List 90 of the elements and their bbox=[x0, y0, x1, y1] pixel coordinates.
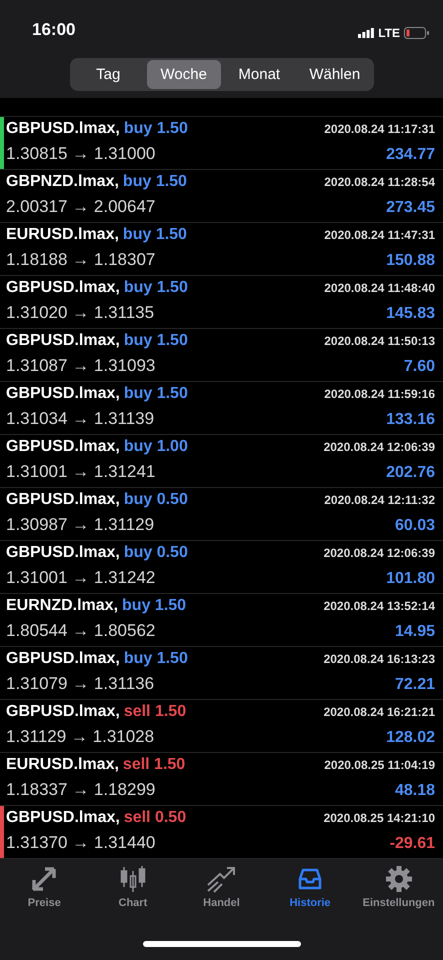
order-label: sell 1.50 bbox=[124, 703, 186, 721]
trade-time: 2020.08.24 11:59:16 bbox=[324, 387, 435, 401]
profit-value: 48.18 bbox=[394, 782, 435, 800]
profit-value: 150.88 bbox=[386, 252, 435, 270]
nav-tab[interactable]: Preise bbox=[0, 865, 89, 927]
order-label: buy 1.50 bbox=[122, 226, 187, 244]
profit-value: 14.95 bbox=[394, 623, 435, 641]
price-range: 1.31370 → 1.31440 bbox=[6, 833, 156, 853]
trade-time: 2020.08.25 14:21:10 bbox=[324, 811, 435, 825]
order-label: sell 1.50 bbox=[122, 756, 186, 774]
profit-value: 273.45 bbox=[386, 199, 435, 217]
nav-tab[interactable]: Handel bbox=[177, 865, 266, 927]
price-range: 1.80544 → 1.80562 bbox=[6, 621, 156, 641]
price-range: 1.31079 → 1.31136 bbox=[6, 674, 154, 694]
period-tab[interactable]: Wählen bbox=[298, 60, 372, 89]
price-range: 1.30815 → 1.31000 bbox=[6, 144, 156, 164]
price-range: 1.30987 → 1.31129 bbox=[6, 515, 154, 535]
nav-tab[interactable]: Historie bbox=[266, 865, 354, 927]
symbol-label: GBPUSD.lmax, bbox=[6, 279, 120, 297]
price-range: 1.31129 → 1.31028 bbox=[6, 727, 154, 747]
trade-time: 2020.08.24 12:11:32 bbox=[324, 493, 435, 507]
status-time: 16:00 bbox=[32, 20, 76, 40]
trade-time: 2020.08.24 11:47:31 bbox=[324, 228, 435, 242]
trade-row[interactable]: GBPUSD.lmax, sell 1.50 2020.08.24 16:21:21 1.31129 → 1.31028 128.02 bbox=[0, 700, 443, 753]
trade-time: 2020.08.25 11:04:19 bbox=[324, 758, 435, 772]
price-range: 1.31034 → 1.31139 bbox=[6, 409, 154, 429]
network-label: LTE bbox=[378, 26, 400, 40]
profit-value: 234.77 bbox=[386, 146, 435, 164]
profit-value: -29.61 bbox=[390, 835, 435, 853]
trade-time: 2020.08.24 11:48:40 bbox=[324, 281, 435, 295]
symbol-label: EURUSD.lmax, bbox=[6, 756, 119, 774]
double-arrow-icon bbox=[30, 865, 58, 893]
order-label: buy 1.50 bbox=[124, 120, 188, 138]
battery-icon bbox=[404, 27, 429, 39]
nav-tab[interactable]: Einstellungen bbox=[354, 865, 443, 927]
settings-icon bbox=[384, 865, 413, 893]
order-label: buy 1.50 bbox=[122, 597, 186, 615]
order-label: sell 0.50 bbox=[124, 809, 186, 827]
symbol-label: GBPUSD.lmax, bbox=[6, 491, 120, 509]
period-tab[interactable]: Tag bbox=[72, 60, 145, 89]
symbol-label: EURNZD.lmax, bbox=[6, 597, 118, 615]
symbol-label: GBPUSD.lmax, bbox=[6, 385, 120, 403]
symbol-label: GBPUSD.lmax, bbox=[6, 809, 120, 827]
trade-time: 2020.08.24 11:17:31 bbox=[324, 122, 435, 136]
symbol-label: GBPNZD.lmax, bbox=[6, 173, 119, 191]
symbol-label: EURUSD.lmax, bbox=[6, 226, 119, 244]
order-label: buy 1.50 bbox=[122, 173, 187, 191]
profit-value: 128.02 bbox=[386, 729, 435, 747]
order-label: buy 0.50 bbox=[124, 544, 188, 562]
price-range: 1.31087 → 1.31093 bbox=[6, 356, 156, 376]
profit-value: 202.76 bbox=[386, 464, 435, 482]
nav-tab[interactable]: Chart bbox=[88, 865, 178, 927]
profit-value: 60.03 bbox=[394, 517, 435, 535]
price-range: 1.31020 → 1.31135 bbox=[6, 303, 154, 323]
profit-value: 133.16 bbox=[386, 411, 435, 429]
price-range: 1.31001 → 1.31241 bbox=[6, 462, 156, 482]
profit-value: 72.21 bbox=[394, 676, 435, 694]
period-tab[interactable]: Woche bbox=[147, 60, 220, 89]
trade-time: 2020.08.24 11:28:54 bbox=[324, 175, 435, 189]
symbol-label: GBPUSD.lmax, bbox=[6, 703, 120, 721]
symbol-label: GBPUSD.lmax, bbox=[6, 332, 120, 350]
order-label: buy 1.50 bbox=[124, 385, 188, 403]
profit-value: 101.80 bbox=[386, 570, 435, 588]
trend-arrow-icon bbox=[206, 865, 236, 893]
profit-value: 7.60 bbox=[404, 358, 435, 376]
trade-time: 2020.08.24 13:52:14 bbox=[324, 599, 435, 613]
symbol-label: GBPUSD.lmax, bbox=[6, 120, 120, 138]
price-range: 1.31001 → 1.31242 bbox=[6, 568, 156, 588]
order-label: buy 1.00 bbox=[124, 438, 188, 456]
order-label: buy 1.50 bbox=[124, 650, 188, 668]
trade-time: 2020.08.24 11:50:13 bbox=[324, 334, 435, 348]
trade-row[interactable]: EURUSD.lmax, sell 1.50 2020.08.25 11:04:19 1.18337 → 1.18299 48.18 bbox=[0, 753, 443, 806]
symbol-label: GBPUSD.lmax, bbox=[6, 438, 120, 456]
trade-row[interactable]: GBPUSD.lmax, buy 1.50 2020.08.24 16:13:23 1.31079 → 1.31136 72.21 bbox=[0, 647, 443, 700]
price-range: 1.18188 → 1.18307 bbox=[6, 250, 156, 270]
profit-value: 145.83 bbox=[386, 305, 435, 323]
period-tab[interactable]: Monat bbox=[222, 60, 296, 89]
price-range: 2.00317 → 2.00647 bbox=[6, 197, 156, 217]
signal-icon bbox=[358, 28, 374, 38]
symbol-label: GBPUSD.lmax, bbox=[6, 544, 120, 562]
trade-time: 2020.08.24 12:06:39 bbox=[324, 440, 435, 454]
symbol-label: GBPUSD.lmax, bbox=[6, 650, 120, 668]
trade-time: 2020.08.24 12:06:39 bbox=[324, 546, 435, 560]
trade-time: 2020.08.24 16:21:21 bbox=[324, 705, 435, 719]
trade-time: 2020.08.24 16:13:23 bbox=[324, 652, 435, 666]
order-label: buy 1.50 bbox=[124, 332, 188, 350]
price-range: 1.18337 → 1.18299 bbox=[6, 780, 156, 800]
order-label: buy 0.50 bbox=[124, 491, 188, 509]
candlestick-icon bbox=[118, 865, 147, 893]
order-label: buy 1.50 bbox=[124, 279, 188, 297]
